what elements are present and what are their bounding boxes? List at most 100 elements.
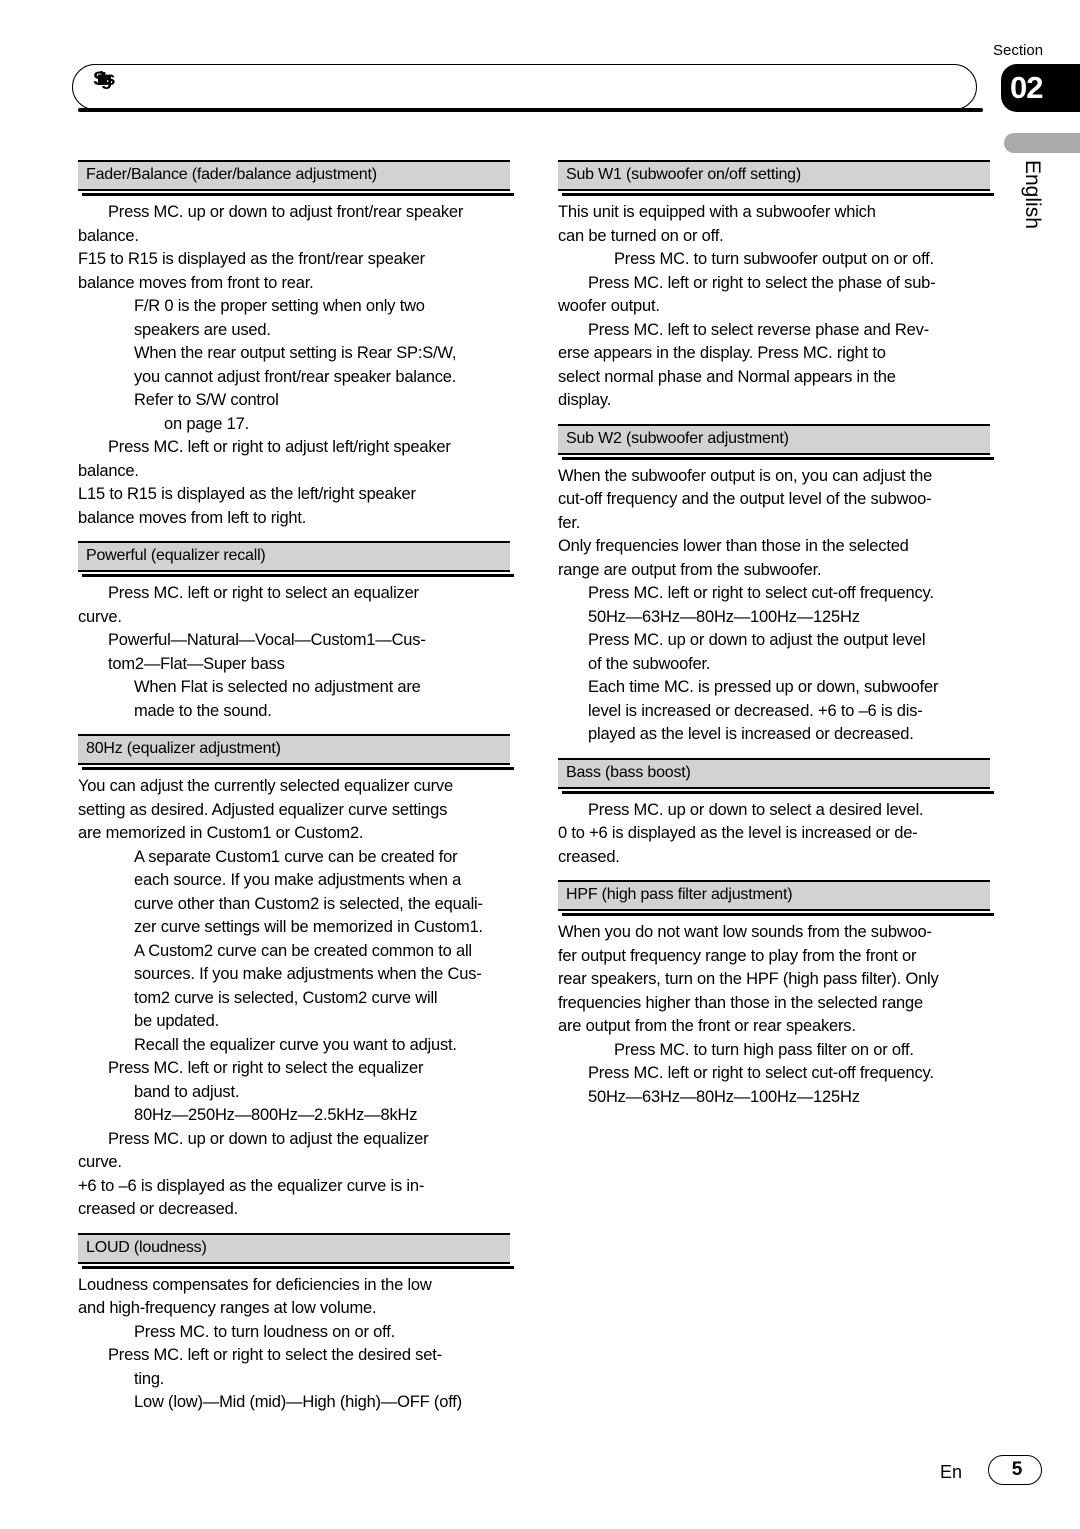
section-heading-bar: Powerful (equalizer recall) (78, 541, 514, 577)
section-heading-bar: Bass (bass boost) (558, 757, 994, 794)
body-text-line: and high-frequency ranges at low volume. (78, 1299, 377, 1317)
section-heading-bar: Fader/Balance (fader/balance adjustment) (78, 160, 514, 196)
section-heading-label: 80Hz (equalizer adjustment) (86, 740, 281, 757)
body-text-line: When the subwoofer output is on, you can… (558, 466, 933, 485)
body-text-line: cut-off frequency and the output level o… (558, 490, 932, 508)
body-text-line: Press MC. left or right to select an equ… (108, 584, 419, 602)
body-text-line: Press MC. up or down to adjust the equal… (108, 1129, 429, 1148)
body-text-line: F/R 0 is the proper setting when only tw… (134, 297, 425, 315)
section-heading-label: Powerful (equalizer recall) (86, 547, 266, 564)
body-text-line: L15 to R15 is displayed as the left/righ… (78, 485, 416, 503)
body-text-line: curve. (78, 607, 122, 626)
body-text-line: be updated. (134, 1012, 219, 1030)
body-text-line: balance. (78, 461, 139, 480)
section-heading-label: HPF (high pass filter adjustment) (566, 886, 793, 903)
body-text-line: you cannot adjust front/rear speaker bal… (134, 367, 457, 386)
body-text-line: Press MC. up or down to adjust front/rea… (108, 203, 464, 221)
body-text-line: rear speakers, turn on the HPF (high pas… (558, 970, 939, 988)
body-text-line: 50Hz—63Hz—80Hz—100Hz—125Hz (588, 607, 860, 626)
body-text-line: You can adjust the currently selected eq… (78, 777, 453, 795)
body-text-line: band to adjust. (134, 1082, 240, 1101)
page-header-shadow (78, 108, 983, 112)
body-text-line: Only frequencies lower than those in the… (558, 537, 909, 555)
body-text-line: fer output frequency range to play from … (558, 946, 917, 965)
body-text-line: When Flat is selected no adjustment are (134, 678, 421, 696)
section-heading-shadow (82, 193, 514, 196)
body-text-line: Low (low)—Mid (mid)—High (high)—OFF (off… (134, 1393, 462, 1411)
body-text-line: Press MC. up or down to select a desired… (588, 800, 924, 819)
body-text-line: curve. (78, 1153, 122, 1171)
body-text-line: Press MC. left or right to select cut-of… (588, 584, 934, 602)
body-text-line: range are output from the subwoofer. (558, 560, 822, 579)
footer-language: En (940, 1462, 963, 1482)
body-text-line: This unit is equipped with a subwoofer w… (558, 203, 876, 221)
body-text-line: Press MC. left or right to select the ph… (588, 273, 936, 292)
left-column: Fader/Balance (fader/balance adjustment)… (78, 160, 558, 1415)
body-text-line: Recall the equalizer curve you want to a… (134, 1035, 457, 1054)
section-heading-bar: Sub W2 (subwoofer adjustment) (558, 423, 994, 460)
body-text-line: 80Hz—250Hz—800Hz—2.5kHz—8kHz (134, 1106, 418, 1124)
body-text-line: balance moves from left to right. (78, 508, 307, 527)
section-heading-label: Sub W2 (subwoofer adjustment) (566, 429, 789, 447)
body-text-line: made to the sound. (134, 701, 272, 720)
body-text-line: 0 to +6 is displayed as the level is inc… (558, 824, 918, 842)
page-title: Settings (93, 69, 115, 90)
language-tab-marker (1004, 133, 1080, 153)
body-text-line: creased or decreased. (78, 1200, 238, 1218)
body-text-line: Press MC. left or right to adjust left/r… (108, 438, 451, 456)
body-text-line: curve other than Custom2 is selected, th… (134, 894, 483, 913)
body-text-line: zer curve settings will be memorized in … (134, 918, 483, 936)
body-text-line: A separate Custom1 curve can be created … (134, 847, 458, 866)
body-text-line: A Custom2 curve can be created common to… (134, 941, 472, 960)
body-text-line: select normal phase and Normal appears i… (558, 367, 896, 386)
section-heading-label: LOUD (loudness) (86, 1238, 207, 1256)
body-text-line: Press MC. to turn subwoofer output on or… (614, 250, 934, 268)
body-text-line: setting as desired. Adjusted equalizer c… (78, 800, 448, 819)
body-text-line: Refer to S/W control (134, 391, 279, 409)
body-text-line: Press MC. left to select reverse phase a… (588, 320, 929, 339)
section-heading-label: Fader/Balance (fader/balance adjustment) (86, 166, 377, 183)
section-heading-shadow (562, 790, 994, 794)
body-text-line: can be turned on or off. (558, 226, 724, 245)
body-text-line: balance moves from front to rear. (78, 273, 314, 292)
page-header-bar: Settings (72, 64, 977, 110)
body-text-line: of the subwoofer. (588, 654, 711, 673)
body-text-line: level is increased or decreased. +6 to –… (588, 701, 923, 720)
body-text-line: sources. If you make adjustments when th… (134, 965, 482, 983)
section-heading-bar: HPF (high pass filter adjustment) (558, 880, 994, 916)
section-heading-label: Bass (bass boost) (566, 763, 691, 781)
body-text-line: Press MC. to turn high pass filter on or… (614, 1040, 914, 1059)
body-text-line: each source. If you make adjustments whe… (134, 871, 462, 889)
body-text-line: Loudness compensates for deficiencies in… (78, 1275, 432, 1294)
body-text-line: tom2 curve is selected, Custom2 curve wi… (134, 988, 438, 1007)
section-heading-bar: Sub W1 (subwoofer on/off setting) (558, 160, 994, 196)
section-heading-shadow (562, 456, 994, 460)
section-heading-shadow (82, 767, 514, 770)
body-text-line: +6 to –6 is displayed as the equalizer c… (78, 1176, 425, 1195)
body-text-line: Each time MC. is pressed up or down, sub… (588, 678, 939, 696)
body-text-line: played as the level is increased or decr… (588, 725, 914, 743)
body-text-line: are memorized in Custom1 or Custom2. (78, 824, 364, 842)
body-text-line: display. (558, 391, 612, 409)
body-text-line: frequencies higher than those in the sel… (558, 993, 923, 1012)
body-text-line: speakers are used. (134, 320, 271, 339)
body-text-line: Press MC. left or right to select the de… (108, 1346, 442, 1364)
section-heading-shadow (82, 574, 514, 577)
section-label: Section (993, 42, 1044, 59)
body-text-line: Powerful—Natural—Vocal—Custom1—Cus- (108, 631, 426, 649)
body-text-line: woofer output. (558, 297, 660, 315)
section-heading-shadow (562, 913, 994, 916)
body-text-line: F15 to R15 is displayed as the front/rea… (78, 250, 425, 268)
section-heading-shadow (82, 1265, 514, 1269)
section-heading-label: Sub W1 (subwoofer on/off setting) (566, 166, 802, 183)
body-text-line: fer. (558, 513, 581, 532)
body-text-line: Press MC. up or down to adjust the outpu… (588, 631, 926, 649)
section-number-tab: 02 (1001, 64, 1080, 112)
body-text-line: Press MC. left or right to select the eq… (108, 1059, 424, 1077)
body-text-line: Press MC. left or right to select cut-of… (588, 1064, 934, 1082)
